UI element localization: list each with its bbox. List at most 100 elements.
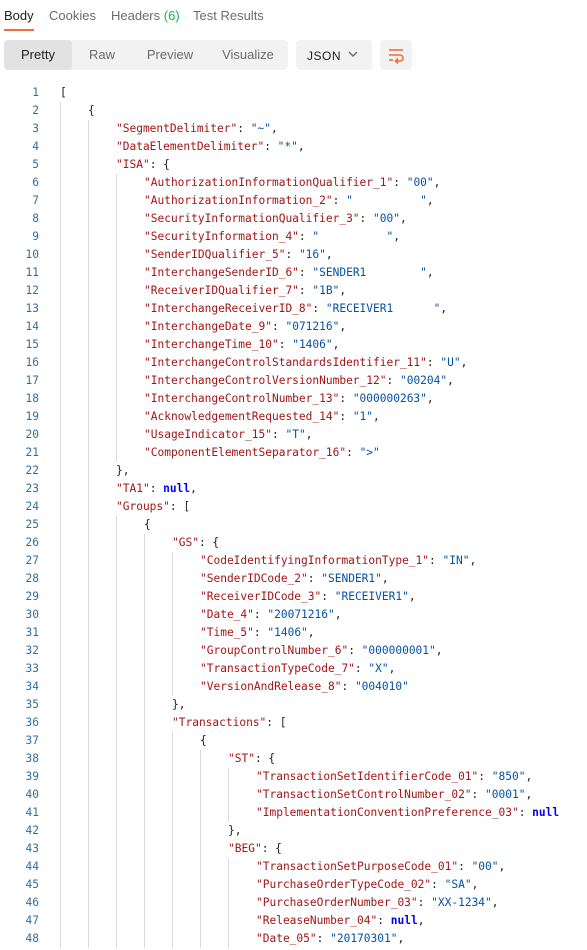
json-punct: ,: [381, 572, 389, 585]
json-key: "AuthorizationInformationQualifier_1": [144, 176, 394, 189]
json-punct: : [: [169, 500, 191, 513]
json-punct: :: [458, 860, 472, 873]
json-key: "ST": [228, 752, 255, 765]
code-text: },: [116, 462, 129, 480]
line-number: 44: [25, 860, 39, 873]
json-key: "SecurityInformationQualifier_3": [144, 212, 360, 225]
code-line: 24 "Groups": [: [0, 498, 587, 516]
code-text: "DataElementDelimiter": "*",: [116, 138, 305, 156]
json-key: "Date_05": [256, 932, 317, 945]
line-number: 45: [25, 878, 39, 891]
code-line: 37 {: [0, 732, 587, 750]
json-punct: :: [278, 338, 293, 351]
json-punct: ,: [469, 554, 477, 567]
json-key: "InterchangeControlVersionNumber_12": [144, 374, 387, 387]
tab-headers[interactable]: Headers (6): [111, 8, 180, 23]
json-string: "U": [440, 356, 461, 369]
json-key: "TA1": [116, 482, 150, 495]
code-text: "CodeIdentifyingInformationType_1": "IN"…: [200, 552, 476, 570]
code-line: 4 "DataElementDelimiter": "*",: [0, 138, 587, 156]
line-number: 27: [25, 554, 39, 567]
json-punct: ,: [471, 878, 479, 891]
json-string: "00204": [399, 374, 448, 387]
preview-button[interactable]: Preview: [132, 40, 208, 70]
json-punct: :: [359, 212, 374, 225]
code-text: "ReceiverIDQualifier_7": "1B",: [144, 282, 346, 300]
json-key: "DataElementDelimiter": [116, 140, 265, 153]
wrap-lines-button[interactable]: [380, 40, 412, 70]
json-punct: ,: [525, 788, 533, 801]
tab-test-results[interactable]: Test Results: [193, 8, 264, 23]
line-number: 16: [25, 356, 39, 369]
json-response-body[interactable]: 1[2{3 "SegmentDelimiter": "~", 4 "DataEleme…: [0, 82, 587, 950]
line-number: 12: [25, 284, 39, 297]
code-line: 35},: [0, 696, 587, 714]
code-text: "TA1": null,: [116, 480, 197, 498]
code-line: 9 "SecurityInformation_4": " ",: [0, 228, 587, 246]
line-number: 39: [25, 770, 39, 783]
json-punct: ,: [408, 590, 416, 603]
code-text: "InterchangeTime_10": "1406",: [144, 336, 339, 354]
chevron-down-icon: [348, 51, 358, 57]
code-text: "ST": {: [228, 750, 275, 768]
json-punct: },: [228, 824, 242, 837]
format-dropdown[interactable]: JSON: [296, 40, 372, 70]
line-number: 17: [25, 374, 39, 387]
line-number: 22: [25, 464, 39, 477]
json-string: "~": [250, 122, 271, 135]
line-number: 32: [25, 644, 39, 657]
json-punct: {: [88, 104, 95, 117]
json-punct: :: [321, 590, 335, 603]
json-punct: :: [377, 914, 391, 927]
code-line: 19 "AcknowledgementRequested_14": "1",: [0, 408, 587, 426]
code-line: 26 "GS": {: [0, 534, 587, 552]
json-punct: ,: [426, 266, 434, 279]
line-number: 19: [25, 410, 39, 423]
json-key: "AuthorizationInformation_2": [144, 194, 333, 207]
json-punct: ,: [307, 626, 315, 639]
line-number: 10: [25, 248, 39, 261]
json-string: "T": [285, 428, 306, 441]
json-punct: ,: [297, 140, 305, 153]
json-key: "GS": [172, 536, 199, 549]
code-text: "AuthorizationInformation_2": " ",: [144, 192, 434, 210]
tab-body[interactable]: Body: [4, 8, 34, 23]
code-text: "Date_05": "20170301",: [256, 930, 404, 948]
json-key: "InterchangeControlNumber_13": [144, 392, 340, 405]
line-number: 6: [32, 176, 39, 189]
json-punct: :: [264, 140, 278, 153]
code-line: 15 "InterchangeTime_10": "1406",: [0, 336, 587, 354]
visualize-button[interactable]: Visualize: [208, 40, 288, 70]
json-punct: :: [426, 356, 441, 369]
json-punct: :: [339, 392, 353, 405]
json-punct: :: [346, 446, 360, 459]
code-line: 20 "UsageIndicator_15": "T",: [0, 426, 587, 444]
code-text: "Date_4": "20071216",: [200, 606, 341, 624]
raw-button[interactable]: Raw: [72, 40, 132, 70]
json-punct: },: [116, 464, 130, 477]
json-key: "ImplementationConventionPreference_03": [256, 806, 519, 819]
json-punct: :: [237, 122, 251, 135]
json-punct: : {: [261, 842, 282, 855]
pretty-button[interactable]: Pretty: [4, 40, 72, 70]
code-text: "ComponentElementSeparator_16": ">": [144, 444, 380, 462]
json-punct: :: [393, 176, 407, 189]
code-text: "AuthorizationInformationQualifier_1": "…: [144, 174, 440, 192]
code-line: 36 "Transactions": [: [0, 714, 587, 732]
json-key: "UsageIndicator_15": [144, 428, 272, 441]
json-punct: ,: [305, 428, 313, 441]
json-key: "ComponentElementSeparator_16": [144, 446, 347, 459]
json-string: "*": [277, 140, 298, 153]
code-line: 12 "ReceiverIDQualifier_7": "1B",: [0, 282, 587, 300]
json-key: "Transactions": [172, 716, 267, 729]
json-punct: {: [144, 518, 151, 531]
tab-cookies[interactable]: Cookies: [49, 8, 96, 23]
json-string: "SA": [444, 878, 472, 891]
code-line: 10 "SenderIDQualifier_5": "16",: [0, 246, 587, 264]
code-line: 45 "PurchaseOrderTypeCode_02": "SA",: [0, 876, 587, 894]
code-text: "ImplementationConventionPreference_03":…: [256, 804, 559, 822]
code-text: "TransactionSetPurposeCode_01": "00",: [256, 858, 505, 876]
json-string: " ": [346, 194, 427, 207]
code-line: 22},: [0, 462, 587, 480]
line-number: 29: [25, 590, 39, 603]
